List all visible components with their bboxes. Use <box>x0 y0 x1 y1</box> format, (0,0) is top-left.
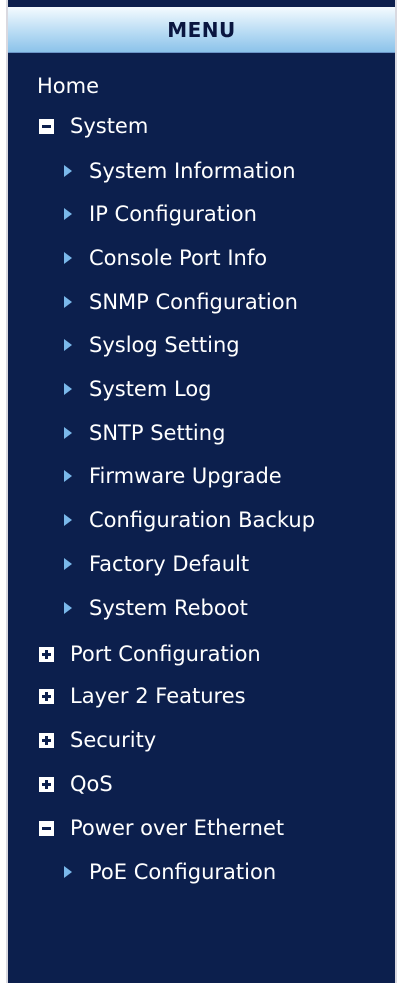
menu-section-qos[interactable]: QoS <box>0 764 403 804</box>
triangle-right-icon <box>64 208 72 220</box>
triangle-right-icon <box>64 866 72 878</box>
menu-item-label: IP Configuration <box>89 202 257 226</box>
menu-item-firmware-upgrade[interactable]: Firmware Upgrade <box>0 456 403 496</box>
menu-item-configuration-backup[interactable]: Configuration Backup <box>0 500 403 540</box>
menu-item-ip-configuration[interactable]: IP Configuration <box>0 194 403 234</box>
menu-title: MENU <box>167 17 236 42</box>
menu-item-label: Syslog Setting <box>89 333 240 357</box>
menu-item-console-port-info[interactable]: Console Port Info <box>0 238 403 278</box>
triangle-right-icon <box>64 514 72 526</box>
menu-item-label: System Log <box>89 377 212 401</box>
plus-box-icon[interactable] <box>39 646 54 662</box>
menu-item-factory-default[interactable]: Factory Default <box>0 544 403 584</box>
plus-box-icon[interactable] <box>39 732 54 748</box>
section-label: Power over Ethernet <box>70 816 285 840</box>
section-label: Port Configuration <box>70 642 261 666</box>
menu-item-label: PoE Configuration <box>89 860 277 884</box>
triangle-right-icon <box>64 427 72 439</box>
triangle-right-icon <box>64 296 72 308</box>
section-label: Security <box>70 728 157 752</box>
triangle-right-icon <box>64 252 72 264</box>
triangle-right-icon <box>64 558 72 570</box>
menu-section-port-configuration[interactable]: Port Configuration <box>0 634 403 674</box>
menu-item-system-information[interactable]: System Information <box>0 151 403 191</box>
minus-box-icon[interactable] <box>39 820 54 836</box>
menu-section-layer2-features[interactable]: Layer 2 Features <box>0 676 403 716</box>
menu-item-label: SNMP Configuration <box>89 290 298 314</box>
menu-header: MENU <box>8 7 395 53</box>
menu-section-security[interactable]: Security <box>0 720 403 760</box>
plus-box-icon[interactable] <box>39 688 54 704</box>
menu-item-label: Firmware Upgrade <box>89 464 282 488</box>
menu-section-system[interactable]: System <box>0 106 403 146</box>
menu-item-label: Configuration Backup <box>89 508 316 532</box>
menu-item-label: System Reboot <box>89 596 248 620</box>
menu-item-system-reboot[interactable]: System Reboot <box>0 588 403 628</box>
menu-item-syslog-setting[interactable]: Syslog Setting <box>0 325 403 365</box>
menu-item-label: SNTP Setting <box>89 421 226 445</box>
menu-item-system-log[interactable]: System Log <box>0 369 403 409</box>
triangle-right-icon <box>64 602 72 614</box>
triangle-right-icon <box>64 383 72 395</box>
triangle-right-icon <box>64 339 72 351</box>
menu-item-label: Factory Default <box>89 552 250 576</box>
menu-item-sntp-setting[interactable]: SNTP Setting <box>0 413 403 453</box>
section-label: Layer 2 Features <box>70 684 246 708</box>
menu-section-power-over-ethernet[interactable]: Power over Ethernet <box>0 808 403 848</box>
menu-item-snmp-configuration[interactable]: SNMP Configuration <box>0 282 403 322</box>
triangle-right-icon <box>64 470 72 482</box>
plus-box-icon[interactable] <box>39 776 54 792</box>
menu-home-label: Home <box>37 74 100 98</box>
menu-item-label: Console Port Info <box>89 246 268 270</box>
menu-item-poe-configuration[interactable]: PoE Configuration <box>0 852 403 892</box>
section-label: System <box>70 114 149 138</box>
menu-item-label: System Information <box>89 159 296 183</box>
section-label: QoS <box>70 772 113 796</box>
minus-box-icon[interactable] <box>39 118 54 134</box>
menu-home-link[interactable]: Home <box>0 66 403 106</box>
triangle-right-icon <box>64 165 72 177</box>
